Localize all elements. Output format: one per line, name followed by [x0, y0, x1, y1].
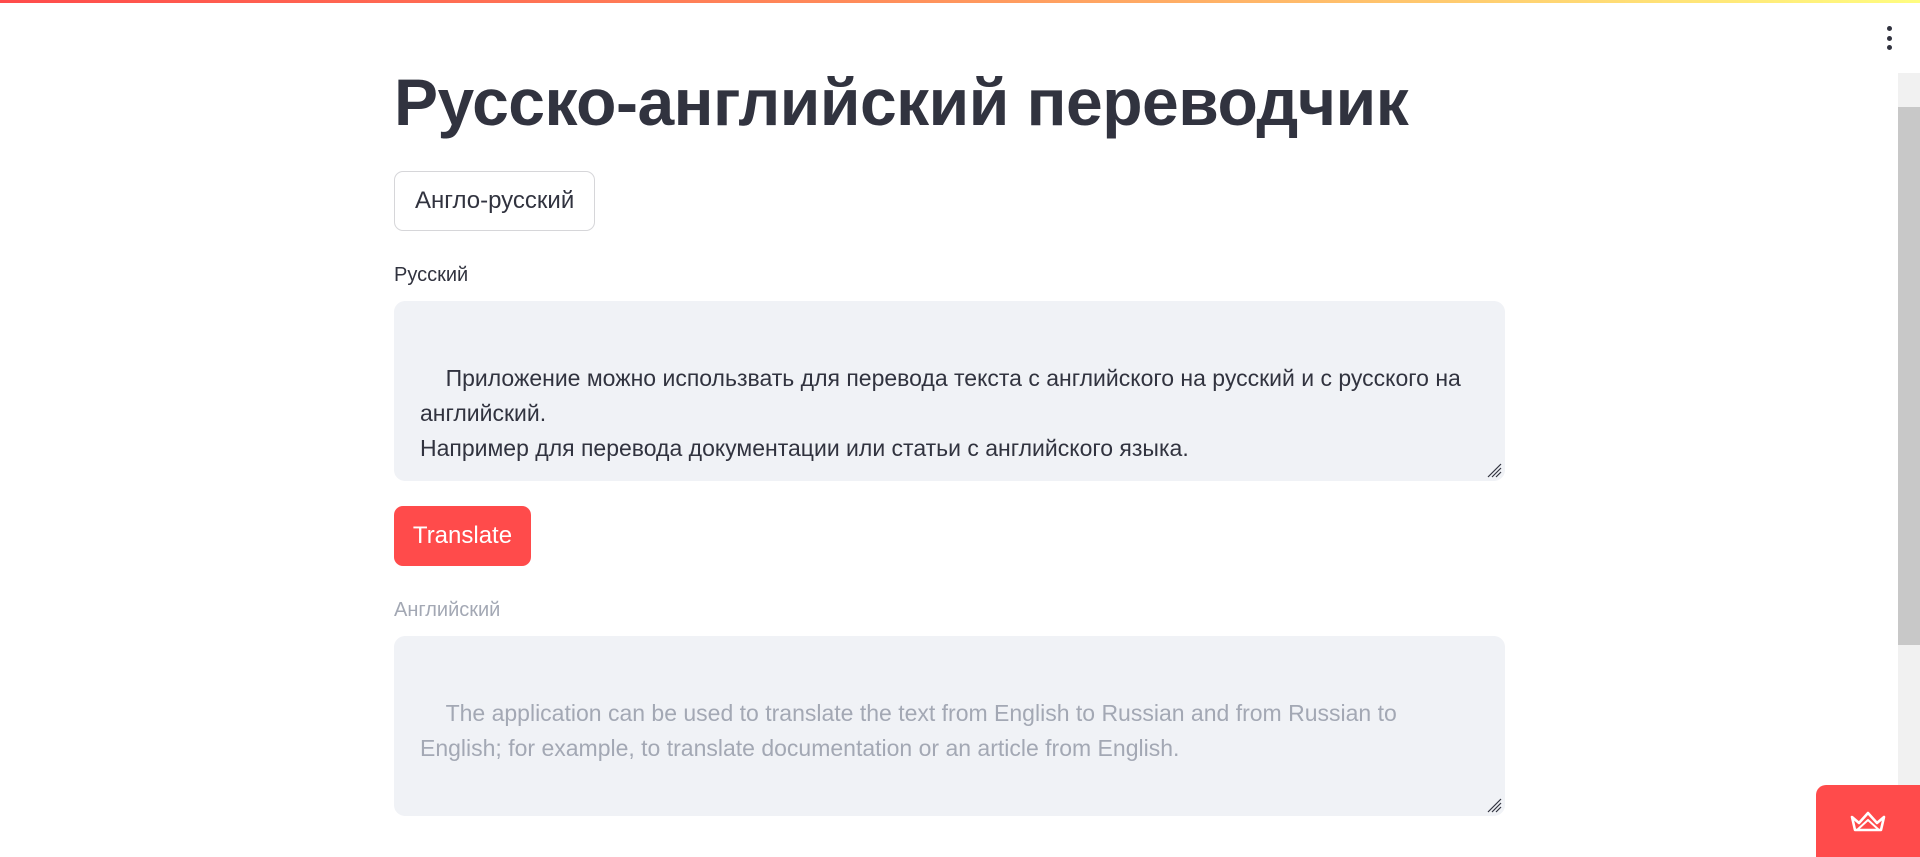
target-field-label: Английский [394, 599, 501, 621]
main-menu-button[interactable] [1880, 26, 1898, 50]
menu-dot-icon [1886, 45, 1892, 50]
source-text-area[interactable]: Приложение можно использвать для перевод… [394, 301, 1505, 481]
target-text-area[interactable]: The application can be used to translate… [394, 636, 1505, 816]
menu-dot-icon [1886, 35, 1892, 41]
page-title: Русско-английский переводчик [394, 65, 1409, 139]
resize-handle-icon[interactable] [1486, 462, 1502, 478]
target-text-value: The application can be used to translate… [420, 700, 1404, 761]
mode-switch-button[interactable]: Англо-русский [394, 171, 596, 231]
source-field-label: Русский [394, 264, 469, 286]
menu-dot-icon [1886, 26, 1892, 31]
streamlit-badge[interactable] [1816, 785, 1920, 857]
scrollbar-thumb[interactable] [1898, 107, 1920, 645]
source-text-value: Приложение можно использвать для перевод… [420, 365, 1461, 461]
translate-button[interactable]: Translate [394, 506, 531, 566]
top-decoration-bar [0, 0, 1920, 3]
resize-handle-icon[interactable] [1486, 797, 1502, 813]
crown-icon [1850, 811, 1886, 832]
